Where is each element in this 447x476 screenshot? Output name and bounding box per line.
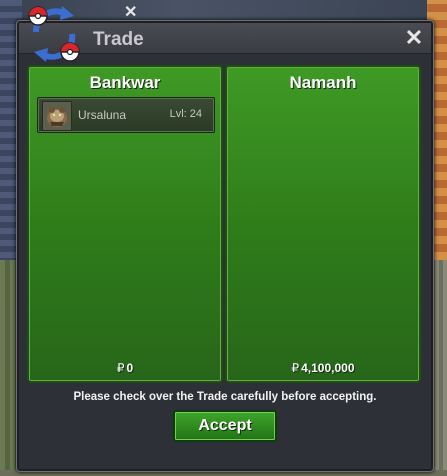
accept-button[interactable]: Accept	[173, 410, 277, 442]
item-name: Ursaluna	[78, 108, 127, 122]
player-name-right: Namanh	[289, 73, 357, 92]
window-title: Trade	[93, 29, 144, 50]
background-close-icon[interactable]: ✕	[124, 5, 138, 21]
pokedollar-icon: ₽	[116, 361, 125, 375]
money-value-left: 0	[126, 361, 134, 375]
ursaluna-sprite-icon	[42, 101, 72, 131]
close-button[interactable]: ✕	[403, 27, 425, 49]
money-offer-left: ₽0	[29, 361, 221, 375]
item-level: Lvl: 24	[169, 108, 202, 120]
money-offer-right: ₽4,100,000	[227, 361, 419, 375]
trade-logo-icon	[22, 2, 86, 66]
trade-notice: Please check over the Trade carefully be…	[73, 391, 377, 403]
trade-window: Trade ✕ Bankwar Ursaluna Lvl: 24 ₽ 0 Nam…	[16, 20, 434, 472]
close-icon: ✕	[404, 25, 424, 50]
player-panel-right: Namanh ₽4,100,000	[225, 65, 421, 383]
money-value-right: 4,100,000	[301, 361, 355, 375]
player-name-left: Bankwar	[89, 73, 161, 92]
pokedollar-icon: ₽	[291, 361, 300, 375]
trade-item-slot[interactable]: Ursaluna Lvl: 24	[37, 97, 215, 133]
player-panel-left: Bankwar Ursaluna Lvl: 24 ₽0	[27, 65, 223, 383]
